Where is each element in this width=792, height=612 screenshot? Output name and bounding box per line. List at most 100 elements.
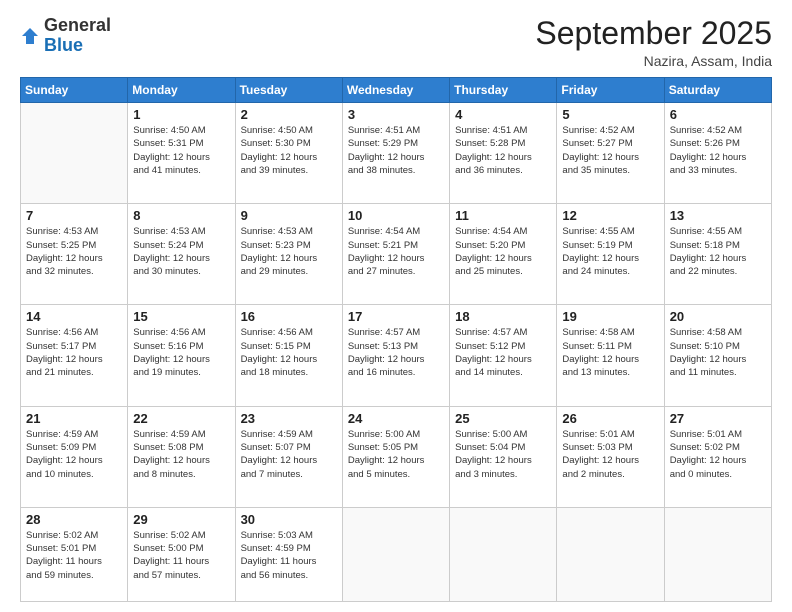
week-row-2: 7 Sunrise: 4:53 AM Sunset: 5:25 PM Daylig… xyxy=(21,204,772,305)
calendar-cell: 15Sunrise: 4:56 AM Sunset: 5:16 PM Dayli… xyxy=(128,305,235,406)
calendar-cell: 27 Sunrise: 5:01 AM Sunset: 5:02 PM Dayli… xyxy=(664,406,771,507)
day-info: Sunrise: 4:59 AM Sunset: 5:08 PM Dayligh… xyxy=(133,428,229,481)
calendar-cell: 22Sunrise: 4:59 AM Sunset: 5:08 PM Dayli… xyxy=(128,406,235,507)
weekday-header-sunday: Sunday xyxy=(21,78,128,103)
day-info: Sunrise: 4:58 AM Sunset: 5:10 PM Dayligh… xyxy=(670,326,766,379)
day-number: 25 xyxy=(455,411,551,426)
day-number: 6 xyxy=(670,107,766,122)
day-info: Sunrise: 4:55 AM Sunset: 5:19 PM Dayligh… xyxy=(562,225,658,278)
calendar-cell: 18 Sunrise: 4:57 AM Sunset: 5:12 PM Dayli… xyxy=(450,305,557,406)
calendar-cell: 13 Sunrise: 4:55 AM Sunset: 5:18 PM Dayli… xyxy=(664,204,771,305)
day-info: Sunrise: 5:02 AM Sunset: 5:01 PM Dayligh… xyxy=(26,529,122,582)
day-number: 20 xyxy=(670,309,766,324)
calendar-cell: 5 Sunrise: 4:52 AM Sunset: 5:27 PM Daylig… xyxy=(557,103,664,204)
weekday-header-row: SundayMondayTuesdayWednesdayThursdayFrid… xyxy=(21,78,772,103)
day-info: Sunrise: 4:56 AM Sunset: 5:15 PM Dayligh… xyxy=(241,326,337,379)
day-info: Sunrise: 4:52 AM Sunset: 5:26 PM Dayligh… xyxy=(670,124,766,177)
calendar-cell: 25 Sunrise: 5:00 AM Sunset: 5:04 PM Dayli… xyxy=(450,406,557,507)
calendar-table: SundayMondayTuesdayWednesdayThursdayFrid… xyxy=(20,77,772,602)
calendar-cell: 11 Sunrise: 4:54 AM Sunset: 5:20 PM Dayli… xyxy=(450,204,557,305)
calendar-cell: 9 Sunrise: 4:53 AM Sunset: 5:23 PM Daylig… xyxy=(235,204,342,305)
calendar-cell: 4 Sunrise: 4:51 AM Sunset: 5:28 PM Daylig… xyxy=(450,103,557,204)
day-info: Sunrise: 5:02 AM Sunset: 5:00 PM Dayligh… xyxy=(133,529,229,582)
day-info: Sunrise: 4:53 AM Sunset: 5:23 PM Dayligh… xyxy=(241,225,337,278)
day-info: Sunrise: 5:03 AM Sunset: 4:59 PM Dayligh… xyxy=(241,529,337,582)
day-number: 13 xyxy=(670,208,766,223)
week-row-1: 1Sunrise: 4:50 AM Sunset: 5:31 PM Daylig… xyxy=(21,103,772,204)
day-number: 5 xyxy=(562,107,658,122)
day-info: Sunrise: 5:00 AM Sunset: 5:05 PM Dayligh… xyxy=(348,428,444,481)
calendar-cell: 26 Sunrise: 5:01 AM Sunset: 5:03 PM Dayli… xyxy=(557,406,664,507)
calendar-cell xyxy=(21,103,128,204)
day-number: 28 xyxy=(26,512,122,527)
calendar-cell: 8 Sunrise: 4:53 AM Sunset: 5:24 PM Daylig… xyxy=(128,204,235,305)
calendar-cell: 16 Sunrise: 4:56 AM Sunset: 5:15 PM Dayli… xyxy=(235,305,342,406)
day-number: 21 xyxy=(26,411,122,426)
calendar-cell: 21 Sunrise: 4:59 AM Sunset: 5:09 PM Dayli… xyxy=(21,406,128,507)
day-info: Sunrise: 4:53 AM Sunset: 5:24 PM Dayligh… xyxy=(133,225,229,278)
calendar-cell: 20 Sunrise: 4:58 AM Sunset: 5:10 PM Dayli… xyxy=(664,305,771,406)
calendar-cell: 24 Sunrise: 5:00 AM Sunset: 5:05 PM Dayli… xyxy=(342,406,449,507)
calendar-cell: 14Sunrise: 4:56 AM Sunset: 5:17 PM Dayli… xyxy=(21,305,128,406)
weekday-header-wednesday: Wednesday xyxy=(342,78,449,103)
week-row-4: 21 Sunrise: 4:59 AM Sunset: 5:09 PM Dayli… xyxy=(21,406,772,507)
calendar-cell: 3Sunrise: 4:51 AM Sunset: 5:29 PM Daylig… xyxy=(342,103,449,204)
day-number: 24 xyxy=(348,411,444,426)
calendar-cell: 6 Sunrise: 4:52 AM Sunset: 5:26 PM Daylig… xyxy=(664,103,771,204)
calendar-cell: 12Sunrise: 4:55 AM Sunset: 5:19 PM Dayli… xyxy=(557,204,664,305)
day-info: Sunrise: 4:55 AM Sunset: 5:18 PM Dayligh… xyxy=(670,225,766,278)
calendar-cell: 29Sunrise: 5:02 AM Sunset: 5:00 PM Dayli… xyxy=(128,507,235,601)
calendar-cell: 10 Sunrise: 4:54 AM Sunset: 5:21 PM Dayli… xyxy=(342,204,449,305)
week-row-5: 28 Sunrise: 5:02 AM Sunset: 5:01 PM Dayli… xyxy=(21,507,772,601)
day-info: Sunrise: 5:00 AM Sunset: 5:04 PM Dayligh… xyxy=(455,428,551,481)
day-info: Sunrise: 5:01 AM Sunset: 5:02 PM Dayligh… xyxy=(670,428,766,481)
day-info: Sunrise: 4:59 AM Sunset: 5:09 PM Dayligh… xyxy=(26,428,122,481)
day-number: 11 xyxy=(455,208,551,223)
calendar-cell: 28 Sunrise: 5:02 AM Sunset: 5:01 PM Dayli… xyxy=(21,507,128,601)
day-info: Sunrise: 4:51 AM Sunset: 5:28 PM Dayligh… xyxy=(455,124,551,177)
logo-text: General Blue xyxy=(44,16,111,56)
calendar-cell xyxy=(664,507,771,601)
day-number: 7 xyxy=(26,208,122,223)
day-info: Sunrise: 5:01 AM Sunset: 5:03 PM Dayligh… xyxy=(562,428,658,481)
day-number: 23 xyxy=(241,411,337,426)
day-info: Sunrise: 4:51 AM Sunset: 5:29 PM Dayligh… xyxy=(348,124,444,177)
day-number: 16 xyxy=(241,309,337,324)
calendar-cell xyxy=(557,507,664,601)
day-info: Sunrise: 4:53 AM Sunset: 5:25 PM Dayligh… xyxy=(26,225,122,278)
logo-icon xyxy=(20,26,40,46)
day-number: 19 xyxy=(562,309,658,324)
calendar-cell: 17Sunrise: 4:57 AM Sunset: 5:13 PM Dayli… xyxy=(342,305,449,406)
day-number: 14 xyxy=(26,309,122,324)
day-number: 2 xyxy=(241,107,337,122)
day-info: Sunrise: 4:52 AM Sunset: 5:27 PM Dayligh… xyxy=(562,124,658,177)
day-info: Sunrise: 4:57 AM Sunset: 5:13 PM Dayligh… xyxy=(348,326,444,379)
day-info: Sunrise: 4:54 AM Sunset: 5:21 PM Dayligh… xyxy=(348,225,444,278)
calendar-cell xyxy=(450,507,557,601)
logo: General Blue xyxy=(20,16,111,56)
day-number: 9 xyxy=(241,208,337,223)
weekday-header-monday: Monday xyxy=(128,78,235,103)
day-info: Sunrise: 4:59 AM Sunset: 5:07 PM Dayligh… xyxy=(241,428,337,481)
calendar-cell: 19 Sunrise: 4:58 AM Sunset: 5:11 PM Dayli… xyxy=(557,305,664,406)
day-number: 4 xyxy=(455,107,551,122)
day-number: 30 xyxy=(241,512,337,527)
day-number: 8 xyxy=(133,208,229,223)
day-info: Sunrise: 4:57 AM Sunset: 5:12 PM Dayligh… xyxy=(455,326,551,379)
day-info: Sunrise: 4:50 AM Sunset: 5:31 PM Dayligh… xyxy=(133,124,229,177)
day-number: 18 xyxy=(455,309,551,324)
weekday-header-thursday: Thursday xyxy=(450,78,557,103)
day-info: Sunrise: 4:58 AM Sunset: 5:11 PM Dayligh… xyxy=(562,326,658,379)
calendar-cell: 23 Sunrise: 4:59 AM Sunset: 5:07 PM Dayli… xyxy=(235,406,342,507)
calendar-cell: 1Sunrise: 4:50 AM Sunset: 5:31 PM Daylig… xyxy=(128,103,235,204)
day-number: 15 xyxy=(133,309,229,324)
day-info: Sunrise: 4:54 AM Sunset: 5:20 PM Dayligh… xyxy=(455,225,551,278)
calendar-cell: 7 Sunrise: 4:53 AM Sunset: 5:25 PM Daylig… xyxy=(21,204,128,305)
day-number: 10 xyxy=(348,208,444,223)
calendar-cell: 30 Sunrise: 5:03 AM Sunset: 4:59 PM Dayli… xyxy=(235,507,342,601)
day-number: 27 xyxy=(670,411,766,426)
weekday-header-friday: Friday xyxy=(557,78,664,103)
calendar-cell xyxy=(342,507,449,601)
day-number: 26 xyxy=(562,411,658,426)
page-header: General Blue September 2025 Nazira, Assa… xyxy=(20,16,772,69)
